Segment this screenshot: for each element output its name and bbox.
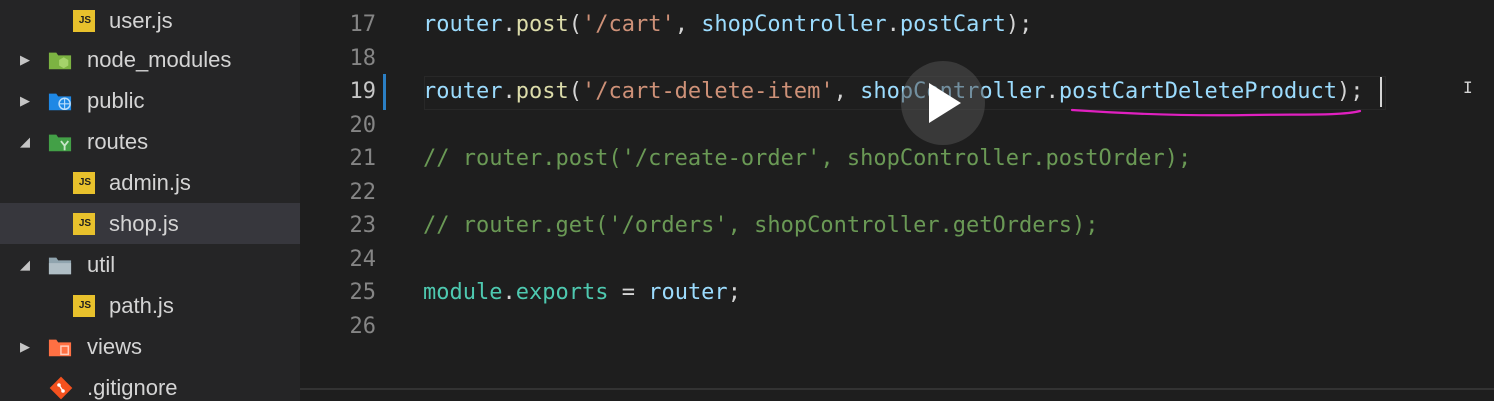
code-line[interactable]: 26	[300, 310, 1494, 344]
play-icon	[929, 83, 961, 123]
javascript-file-icon: JS	[73, 294, 95, 317]
line-number: 18	[349, 45, 377, 71]
chevron-down-icon[interactable]: ◢	[17, 257, 33, 273]
code-line[interactable]: 24	[300, 243, 1494, 277]
explorer-item-label: routes	[87, 128, 149, 154]
code-comment: // router.get('/orders', shopController.…	[423, 213, 1099, 239]
mouse-ibeam-icon: I	[1463, 78, 1473, 97]
explorer-item-admin-js[interactable]: JS admin.js	[0, 162, 300, 203]
code-text: router.post('/cart', shopController.post…	[423, 12, 1033, 38]
line-number: 25	[349, 280, 377, 306]
explorer-item-label: path.js	[109, 292, 174, 318]
code-line[interactable]: 23 // router.get('/orders', shopControll…	[300, 209, 1494, 243]
code-line[interactable]: 18	[300, 42, 1494, 76]
line-number: 21	[349, 146, 377, 172]
node-folder-icon	[48, 48, 72, 72]
text-cursor	[1380, 77, 1382, 107]
line-number: 26	[349, 313, 377, 339]
explorer-item-user-js[interactable]: JS user.js	[0, 0, 300, 41]
explorer-item-shop-js[interactable]: JS shop.js	[0, 203, 300, 244]
video-play-button[interactable]	[901, 61, 985, 145]
folder-icon	[48, 253, 72, 277]
code-line[interactable]: 17 router.post('/cart', shopController.p…	[300, 8, 1494, 42]
explorer-item-util[interactable]: ◢ util	[0, 244, 300, 285]
explorer-item-routes[interactable]: ◢ routes	[0, 121, 300, 162]
explorer-item-public[interactable]: ▶ public	[0, 80, 300, 121]
explorer-item-label: shop.js	[109, 210, 179, 236]
explorer-item-gitignore[interactable]: .gitignore	[0, 367, 300, 401]
line-number: 24	[349, 246, 377, 272]
globe-folder-icon	[48, 89, 72, 113]
javascript-file-icon: JS	[73, 171, 95, 194]
chevron-down-icon[interactable]: ◢	[17, 134, 33, 150]
views-folder-icon	[48, 335, 72, 359]
git-icon	[49, 376, 73, 400]
chevron-right-icon[interactable]: ▶	[17, 339, 33, 355]
code-editor[interactable]: 17 router.post('/cart', shopController.p…	[300, 0, 1494, 401]
code-text: module.exports = router;	[423, 280, 741, 306]
explorer-item-label: node_modules	[87, 46, 232, 72]
code-line[interactable]: 25 module.exports = router;	[300, 276, 1494, 310]
line-number: 17	[349, 12, 377, 38]
horizontal-scrollbar[interactable]	[300, 388, 1494, 390]
file-explorer: JS user.js ▶ node_modules ▶ public ◢ rou…	[0, 0, 300, 401]
line-number: 22	[349, 179, 377, 205]
javascript-file-icon: JS	[73, 212, 95, 235]
code-line[interactable]: 22	[300, 176, 1494, 210]
routes-folder-icon	[48, 130, 72, 154]
explorer-item-label: util	[87, 251, 116, 277]
chevron-right-icon[interactable]: ▶	[17, 93, 33, 109]
hand-drawn-underline	[1070, 108, 1362, 117]
line-number: 23	[349, 213, 377, 239]
line-number: 19	[349, 79, 377, 105]
explorer-item-label: views	[87, 333, 143, 359]
explorer-item-label: public	[87, 87, 145, 113]
line-number: 20	[349, 112, 377, 138]
javascript-file-icon: JS	[73, 9, 95, 32]
explorer-item-views[interactable]: ▶ views	[0, 326, 300, 367]
code-line[interactable]: 21 // router.post('/create-order', shopC…	[300, 142, 1494, 176]
explorer-item-label: user.js	[109, 7, 173, 33]
explorer-item-path-js[interactable]: JS path.js	[0, 285, 300, 326]
code-comment: // router.post('/create-order', shopCont…	[423, 146, 1192, 172]
chevron-right-icon[interactable]: ▶	[17, 52, 33, 68]
code-text: router.post('/cart-delete-item', shopCon…	[423, 79, 1364, 105]
explorer-item-label: admin.js	[109, 169, 191, 195]
explorer-item-label: .gitignore	[87, 374, 178, 400]
explorer-item-node-modules[interactable]: ▶ node_modules	[0, 39, 300, 80]
